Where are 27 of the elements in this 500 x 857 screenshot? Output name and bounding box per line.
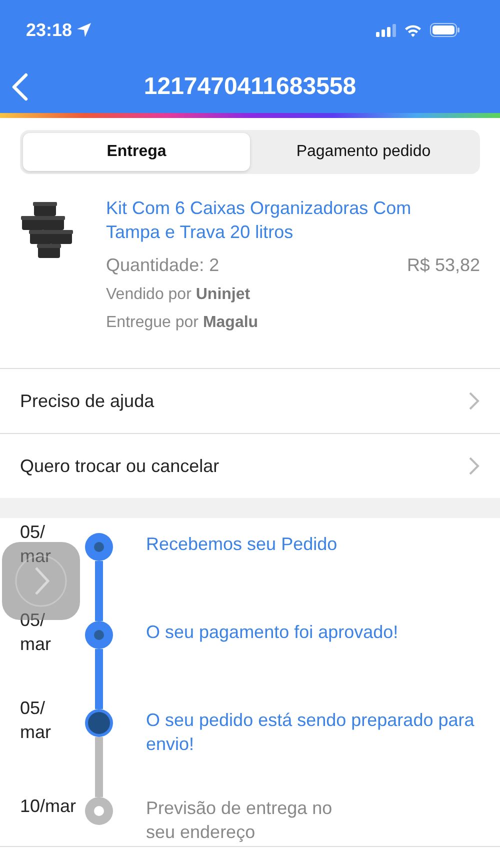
timeline-connector	[95, 737, 103, 797]
order-number-title: 1217470411683558	[144, 72, 356, 102]
price-text: R$ 53,82	[406, 254, 480, 277]
signal-icon	[376, 24, 396, 36]
battery-icon	[430, 23, 460, 37]
timeline-status-text: O seu pedido está sendo preparado para envio!	[146, 709, 476, 756]
location-arrow-icon	[76, 22, 92, 38]
chevron-icon	[468, 456, 480, 476]
back-button[interactable]	[10, 72, 30, 102]
seller-text: Vendido por Uninjet	[106, 285, 252, 305]
timeline-status-text: Previsão de entrega no seu endereço	[146, 797, 334, 844]
timeline-connector	[95, 649, 103, 709]
timeline-date: 05/ mar	[20, 521, 51, 568]
chevron-icon	[468, 391, 480, 411]
product-name-link[interactable]: Kit Com 6 Caixas Organizadoras Com Tampa e Trava 20 litros	[106, 196, 451, 244]
tab[interactable]: Pagamento pedido	[250, 133, 477, 171]
timeline-date: 05/ mar	[20, 697, 51, 744]
timeline-status-text: Recebemos seu Pedido	[146, 533, 338, 556]
quantity-text: Quantidade: 2	[106, 254, 220, 277]
delivery-text: Entregue por Magalu	[106, 313, 260, 333]
tab[interactable]: Entrega	[23, 133, 250, 171]
status-time: 23:18	[26, 18, 72, 42]
timeline-date: 05/ mar	[20, 609, 51, 656]
timeline-status-text: O seu pagamento foi aprovado!	[146, 621, 400, 644]
wifi-icon	[404, 24, 422, 36]
timeline-connector	[95, 561, 103, 621]
timeline-date: 10/mar	[20, 795, 76, 818]
